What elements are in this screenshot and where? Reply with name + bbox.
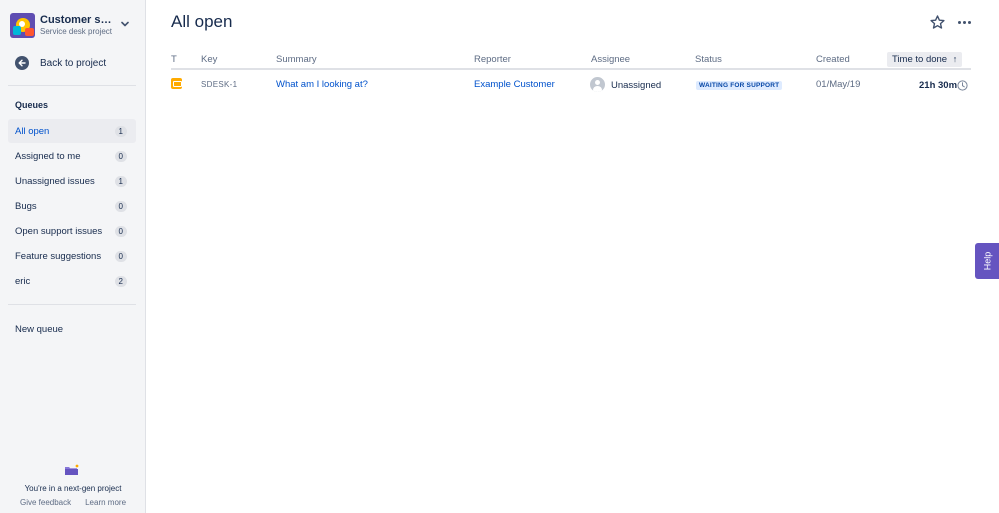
column-header-summary[interactable]: Summary xyxy=(276,54,317,65)
queue-item-all-open[interactable]: All open 1 xyxy=(8,119,136,143)
column-header-created[interactable]: Created xyxy=(816,54,850,65)
clock-icon xyxy=(957,80,968,91)
queue-item-unassigned-issues[interactable]: Unassigned issues 1 xyxy=(8,169,136,193)
queue-item-assigned-to-me[interactable]: Assigned to me 0 xyxy=(8,144,136,168)
service-request-icon xyxy=(171,78,182,89)
back-to-project-label: Back to project xyxy=(40,57,107,69)
column-header-key[interactable]: Key xyxy=(201,54,217,65)
back-to-project-link[interactable]: Back to project xyxy=(15,55,106,71)
column-header-assignee[interactable]: Assignee xyxy=(591,54,630,65)
new-queue-link[interactable]: New queue xyxy=(15,324,63,335)
table-header: T Key Summary Reporter Assignee Status C… xyxy=(171,52,971,70)
sidebar: Customer service Service desk project Ba… xyxy=(0,0,146,513)
project-name: Customer service xyxy=(40,14,114,26)
give-feedback-link[interactable]: Give feedback xyxy=(20,498,71,507)
queue-count-badge: 0 xyxy=(114,200,127,212)
project-avatar xyxy=(10,12,35,38)
assignee-name: Unassigned xyxy=(611,80,662,91)
created-date: 01/May/19 xyxy=(816,79,861,90)
issues-table: T Key Summary Reporter Assignee Status C… xyxy=(171,52,971,100)
footer-links: Give feedback Learn more xyxy=(0,498,146,507)
column-header-status[interactable]: Status xyxy=(695,54,722,65)
queue-count-badge: 1 xyxy=(114,125,127,137)
project-type: Service desk project xyxy=(40,27,113,36)
page-title: All open xyxy=(171,12,233,31)
queue-count-badge: 0 xyxy=(114,250,127,262)
queue-item-bugs[interactable]: Bugs 0 xyxy=(8,194,136,218)
project-switcher[interactable]: Customer service Service desk project xyxy=(10,12,136,38)
table-row[interactable]: SDESK-1 What am I looking at? Example Cu… xyxy=(171,70,971,100)
queue-list: All open 1 Assigned to me 0 Unassigned i… xyxy=(8,119,136,294)
sort-ascending-icon: ↑ xyxy=(952,54,958,64)
queue-count-badge: 0 xyxy=(114,150,127,162)
queue-count-badge: 0 xyxy=(114,225,127,237)
column-header-reporter[interactable]: Reporter xyxy=(474,54,511,65)
chevron-down-icon[interactable] xyxy=(119,18,131,30)
star-icon[interactable] xyxy=(929,14,946,31)
queue-count-badge: 2 xyxy=(114,275,127,287)
queue-count-badge: 1 xyxy=(114,175,127,187)
divider xyxy=(8,304,136,305)
learn-more-link[interactable]: Learn more xyxy=(85,498,126,507)
queue-item-open-support-issues[interactable]: Open support issues 0 xyxy=(8,219,136,243)
help-button[interactable]: Help xyxy=(975,243,999,279)
issue-summary-link[interactable]: What am I looking at? xyxy=(276,79,368,90)
queue-label: eric xyxy=(15,275,31,287)
unassigned-avatar-icon xyxy=(590,77,605,92)
queue-label: All open xyxy=(15,125,50,137)
queues-heading: Queues xyxy=(15,100,49,110)
column-header-time-to-done[interactable]: Time to done ↑ xyxy=(887,52,963,67)
queue-label: Assigned to me xyxy=(15,150,81,162)
status-lozenge: WAITING FOR SUPPORT xyxy=(696,81,783,90)
queue-item-feature-suggestions[interactable]: Feature suggestions 0 xyxy=(8,244,136,268)
divider xyxy=(8,85,136,86)
queue-label: Bugs xyxy=(15,200,37,212)
time-to-done-value: 21h 30m xyxy=(919,80,958,91)
reporter-link[interactable]: Example Customer xyxy=(474,79,555,90)
queue-item-eric[interactable]: eric 2 xyxy=(8,269,136,293)
queue-label: Open support issues xyxy=(15,225,103,237)
arrow-left-icon xyxy=(15,56,29,70)
column-header-type[interactable]: T xyxy=(171,54,177,65)
more-actions-icon[interactable] xyxy=(955,14,973,31)
queue-label: Unassigned issues xyxy=(15,175,95,187)
help-label: Help xyxy=(981,251,992,271)
folder-sparkle-icon xyxy=(65,464,79,475)
issue-key[interactable]: SDESK-1 xyxy=(201,80,237,89)
next-gen-project-notice: You're in a next-gen project xyxy=(24,484,122,493)
queue-label: Feature suggestions xyxy=(15,250,102,262)
column-header-time-to-done-label: Time to done xyxy=(892,54,948,65)
